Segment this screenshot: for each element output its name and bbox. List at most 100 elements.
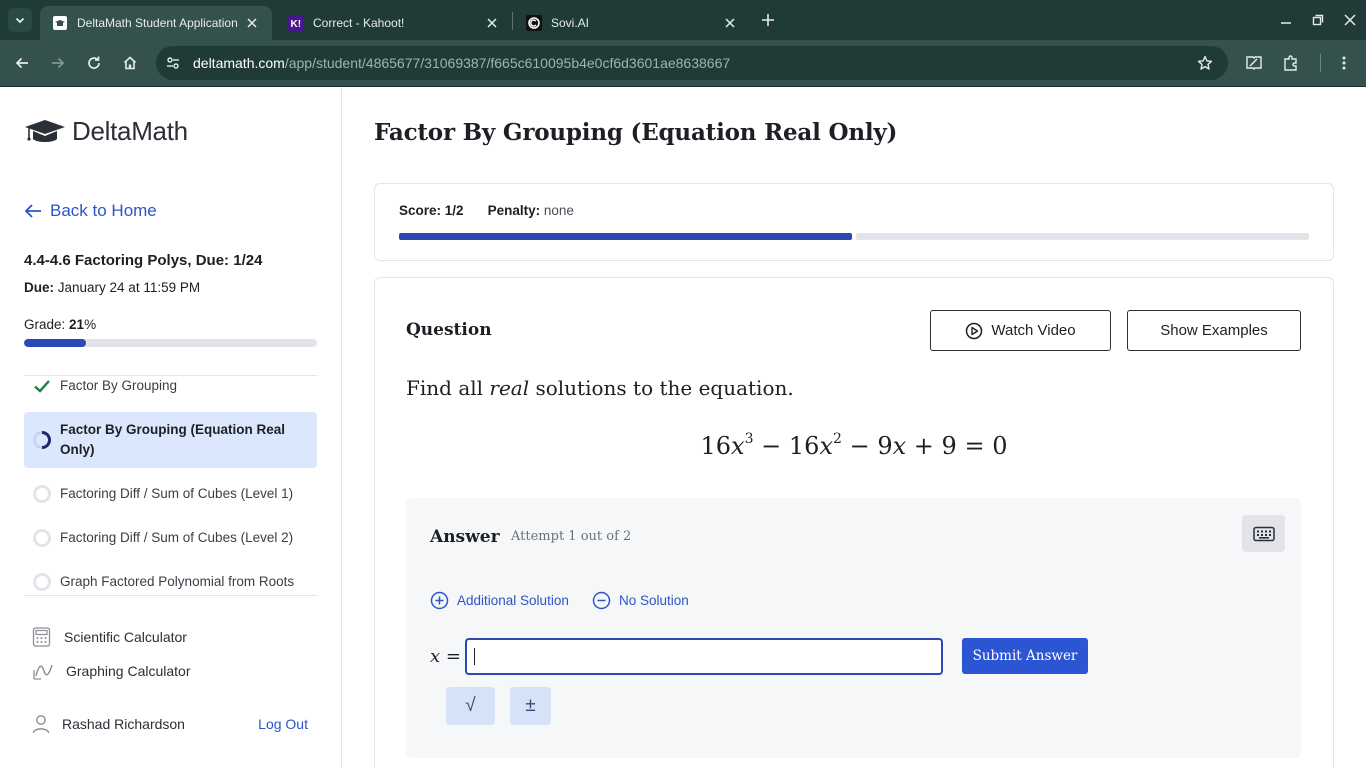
grade-value: 21 <box>69 317 85 332</box>
eq-coef: 9 <box>877 432 893 460</box>
minimize-button[interactable] <box>1276 10 1296 30</box>
tool-label: Graphing Calculator <box>66 663 191 679</box>
extensions-button[interactable] <box>1280 52 1302 74</box>
graph-icon <box>33 664 53 680</box>
problem-item-graph-factored[interactable]: Graph Factored Polynomial from Roots <box>24 564 317 595</box>
answer-var: x <box>430 646 441 667</box>
reload-icon <box>88 56 100 69</box>
main-content: Factor By Grouping (Equation Real Only) … <box>342 87 1366 768</box>
toolbar-divider <box>1320 54 1321 72</box>
url-path: /app/student/4865677/31069387/f665c61009… <box>284 55 731 71</box>
eq-op: + <box>913 432 934 460</box>
not-started-icon <box>24 572 60 592</box>
in-progress-icon <box>24 430 60 450</box>
eq-var: x <box>892 432 907 460</box>
sovi-favicon-icon <box>526 15 542 31</box>
eq-coef: 16 <box>788 432 820 460</box>
keyboard-toggle-button[interactable] <box>1242 515 1285 552</box>
grade-progress-bar <box>24 339 317 347</box>
reading-mode-icon <box>1246 56 1262 70</box>
problem-item-factor-by-grouping-equation[interactable]: Factor By Grouping (Equation Real Only) <box>24 412 317 468</box>
reload-button[interactable] <box>83 52 105 74</box>
tab-deltamath[interactable]: DeltaMath Student Application <box>40 6 272 40</box>
eq-equals: = <box>964 432 985 460</box>
play-circle-icon <box>966 322 983 339</box>
reading-mode-button[interactable] <box>1243 52 1265 74</box>
watch-video-button[interactable]: Watch Video <box>930 310 1111 351</box>
assignment-title: 4.4-4.6 Factoring Polys, Due: 1/24 <box>24 252 263 269</box>
plus-minus-symbol: ± <box>525 695 536 716</box>
forward-button[interactable] <box>47 52 69 74</box>
tab-kahoot[interactable]: K! Correct - Kahoot! <box>276 6 512 40</box>
answer-input[interactable] <box>465 638 943 675</box>
due-value: January 24 at 11:59 PM <box>57 280 201 295</box>
deltamath-logo[interactable]: DeltaMath <box>24 116 188 147</box>
browser-menu-button[interactable] <box>1333 52 1355 74</box>
user-name: Rashad Richardson <box>62 716 185 732</box>
new-tab-button[interactable] <box>758 10 778 30</box>
plus-icon <box>762 14 774 26</box>
calculator-icon <box>32 627 51 647</box>
log-out-link[interactable]: Log Out <box>258 716 308 732</box>
score-progress-bar <box>399 233 1309 240</box>
address-bar[interactable]: deltamath.com/app/student/4865677/310693… <box>156 46 1228 80</box>
tab-search-button[interactable] <box>8 8 32 32</box>
chevron-down-icon <box>15 17 25 24</box>
problem-list[interactable]: Factor By Grouping Factor By Grouping (E… <box>24 375 317 596</box>
score-line: Score: 1/2 Penalty: none <box>399 203 574 218</box>
answer-box: Answer Attempt 1 out of 2 Additional Sol… <box>406 498 1301 758</box>
problem-label: Graph Factored Polynomial from Roots <box>60 574 295 589</box>
graphing-calculator-link[interactable]: Graphing Calculator <box>32 661 191 681</box>
close-icon[interactable] <box>722 15 738 31</box>
eq-coef: 16 <box>700 432 732 460</box>
problem-label: Factor By Grouping (Equation Real Only) <box>60 422 286 457</box>
eq-const: 9 <box>941 432 957 460</box>
show-examples-button[interactable]: Show Examples <box>1127 310 1301 351</box>
prompt-emphasis: real <box>489 376 530 400</box>
checkmark-icon <box>24 378 60 394</box>
user-row: Rashad Richardson Log Out <box>32 714 317 734</box>
additional-solution-button[interactable]: Additional Solution <box>430 591 569 610</box>
back-to-home-link[interactable]: Back to Home <box>24 201 157 221</box>
score-segment <box>856 233 1309 240</box>
no-solution-button[interactable]: No Solution <box>592 591 689 610</box>
close-window-button[interactable] <box>1340 10 1360 30</box>
due-label: Due: <box>24 280 54 295</box>
site-info-icon[interactable] <box>164 54 182 72</box>
home-button[interactable] <box>119 52 141 74</box>
deltamath-favicon-icon <box>52 15 68 31</box>
no-solution-label: No Solution <box>619 593 689 608</box>
tab-sovi[interactable]: Sovi.AI <box>514 6 750 40</box>
grade-text: Grade: 21% <box>24 317 96 332</box>
kahoot-favicon-icon: K! <box>288 15 304 31</box>
text-caret <box>474 648 475 665</box>
eq-op: − <box>849 432 870 460</box>
additional-solution-label: Additional Solution <box>457 593 569 608</box>
sqrt-button[interactable]: √ <box>446 687 495 725</box>
tool-label: Scientific Calculator <box>64 629 187 645</box>
puzzle-icon <box>1284 55 1297 71</box>
question-card: Question Watch Video Show Examples Find … <box>374 277 1334 768</box>
problem-item-factor-by-grouping[interactable]: Factor By Grouping <box>24 376 317 402</box>
grade-suffix: % <box>84 317 97 332</box>
problem-item-cubes-level-1[interactable]: Factoring Diff / Sum of Cubes (Level 1) <box>24 476 317 512</box>
back-button[interactable] <box>11 52 33 74</box>
score-label: Score: <box>399 203 442 218</box>
plus-minus-button[interactable]: ± <box>510 687 551 725</box>
bookmark-star-icon[interactable] <box>1196 54 1214 72</box>
close-icon[interactable] <box>484 15 500 31</box>
more-vertical-icon <box>1342 56 1346 70</box>
arrow-right-icon <box>52 57 65 69</box>
show-examples-label: Show Examples <box>1160 322 1268 339</box>
problem-item-cubes-level-2[interactable]: Factoring Diff / Sum of Cubes (Level 2) <box>24 520 317 556</box>
close-icon[interactable] <box>244 15 260 31</box>
scientific-calculator-link[interactable]: Scientific Calculator <box>32 627 187 647</box>
problem-label: Factor By Grouping <box>60 378 178 393</box>
submit-answer-button[interactable]: Submit Answer <box>962 638 1088 674</box>
eq-var: x <box>819 432 833 460</box>
question-prompt: Find all real solutions to the equation. <box>406 376 794 400</box>
answer-variable: x = <box>430 646 461 667</box>
url-text: deltamath.com/app/student/4865677/310693… <box>193 55 730 71</box>
restore-button[interactable] <box>1308 10 1328 30</box>
close-icon <box>1344 14 1356 26</box>
